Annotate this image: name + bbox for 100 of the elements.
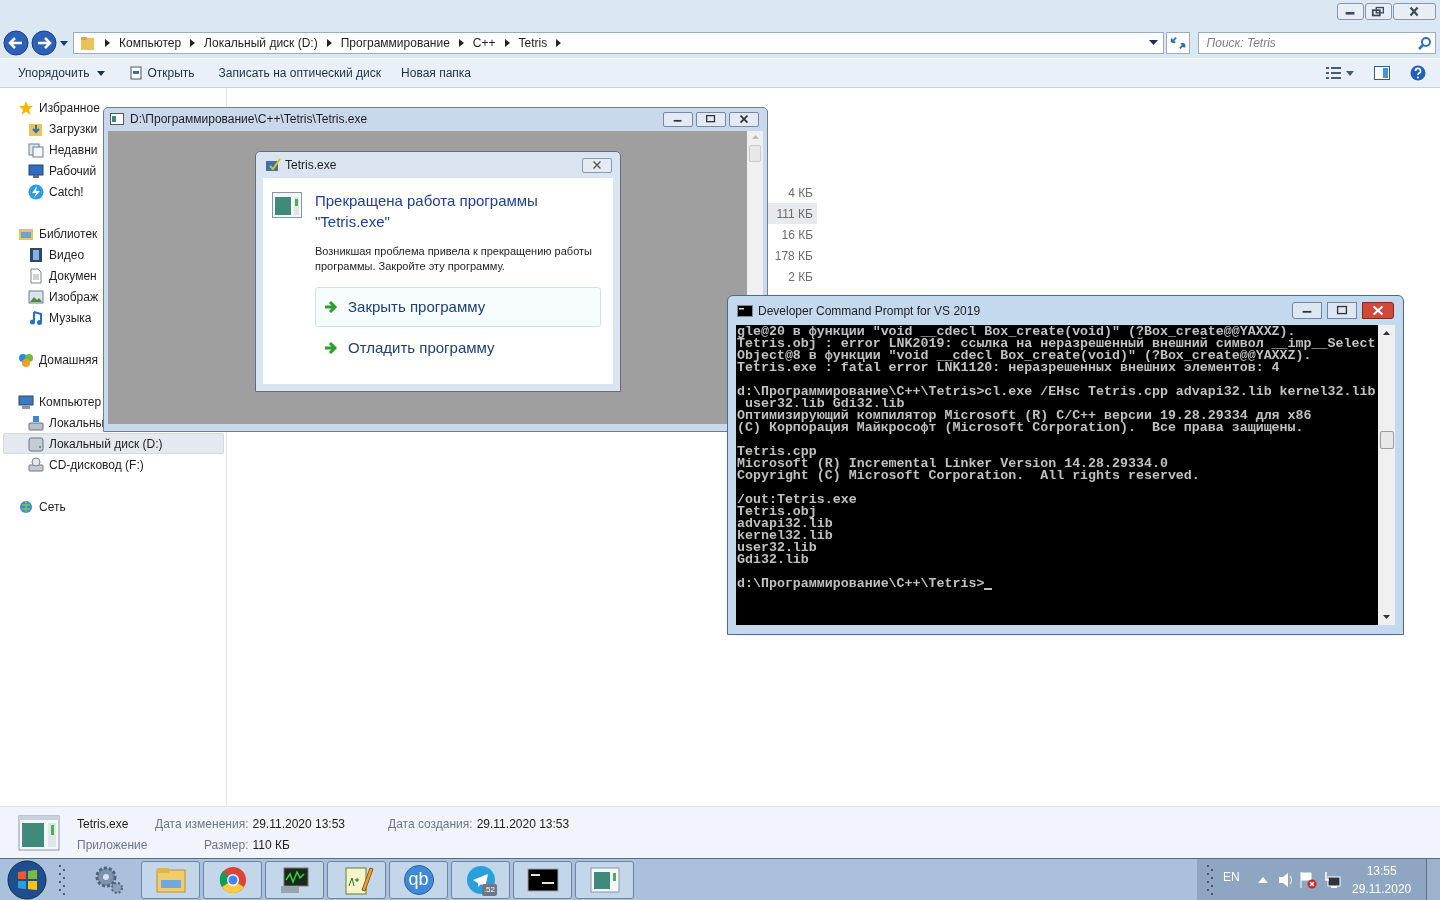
monitor-icon — [28, 162, 44, 179]
view-options-icon[interactable] — [1326, 66, 1354, 80]
help-icon[interactable] — [1410, 65, 1426, 81]
up-arrow-icon — [1383, 331, 1390, 335]
console-line: Copyright (C) Microsoft Corporation. All rights reserved. — [737, 470, 1201, 482]
program-icon — [265, 157, 281, 173]
app-icon: qb — [403, 864, 434, 895]
film-icon — [28, 246, 44, 263]
dialog-title: Tetris.exe — [285, 157, 337, 174]
console-line: kernel32.lib — [737, 530, 834, 542]
address-bar[interactable]: Компьютер Локальный диск (D:) Программирование C++ Tetris — [73, 32, 1164, 54]
breadcrumb[interactable]: Локальный диск (D:) — [204, 34, 318, 52]
chevron-icon — [504, 39, 510, 47]
sidebar-item[interactable]: Локальный диск (D:) — [3, 433, 224, 454]
gripper-icon — [59, 864, 65, 895]
breadcrumb[interactable]: Компьютер — [119, 34, 182, 52]
window-icon — [110, 113, 124, 125]
toolbar-button[interactable]: Упорядочить — [8, 61, 116, 85]
console-line: d:\Программирование\C++\Tetris> — [737, 578, 985, 590]
breadcrumb[interactable]: C++ — [472, 34, 496, 52]
dropdown-icon[interactable] — [59, 39, 69, 47]
console-line: Оптимизирующий компилятор Microsoft (R) C/C++ версии 19.28.29334 для x86 — [737, 410, 1313, 422]
dialog-heading: Прекращена работа программы "Tetris.exe" — [315, 191, 539, 232]
folder-icon — [80, 35, 96, 51]
console-line: Tetris.obj : error LNK2019: ссылка на неразрешенный внешний символ __imp__Select — [737, 338, 1377, 350]
caret-icon — [97, 70, 106, 76]
maximize-button[interactable] — [1327, 302, 1357, 319]
sidebar-item[interactable]: Библиотек — [3, 223, 100, 244]
size-cell-text: 16 КБ — [781, 226, 813, 244]
preview-pane-icon[interactable] — [1374, 66, 1390, 80]
console-line: Tetris.obj — [737, 506, 817, 518]
forward-button[interactable] — [31, 30, 57, 56]
field-label: Дата создания: — [388, 816, 473, 833]
field-label: Дата изменения: — [155, 816, 249, 833]
back-button[interactable] — [3, 30, 29, 56]
drive-icon — [28, 414, 44, 431]
sidebar-item[interactable]: Избранное — [3, 97, 102, 118]
size-cell-text: 111 КБ — [776, 205, 813, 223]
sidebar-item[interactable]: Компьютер — [3, 391, 104, 412]
sidebar-item[interactable]: Изображ — [3, 286, 100, 307]
breadcrumb[interactable]: Программирование — [340, 34, 450, 52]
field-value: 110 КБ — [252, 837, 291, 854]
sidebar-item[interactable]: CD-дисковод (F:) — [3, 454, 146, 475]
arrow-icon — [324, 342, 338, 354]
sidebar-item[interactable]: Загрузки — [3, 118, 100, 139]
sidebar-item[interactable]: Видео — [3, 244, 87, 265]
maximize-button[interactable] — [696, 111, 726, 127]
taskbar-button[interactable] — [265, 860, 324, 899]
taskbar-button[interactable]: qb — [389, 860, 448, 899]
minimize-button[interactable] — [1292, 302, 1322, 319]
sidebar-item[interactable]: Музыка — [3, 307, 94, 328]
toolbar-button[interactable]: Записать на оптический диск — [208, 61, 392, 85]
application-icon — [272, 192, 302, 218]
taskbar-button[interactable]: .52 — [451, 860, 510, 899]
close-button[interactable] — [582, 157, 612, 173]
file-type: Приложение — [77, 837, 149, 854]
sidebar-item[interactable]: Домашняя — [3, 349, 101, 370]
homegroup-icon — [18, 351, 34, 368]
console-line: Microsoft (R) Incremental Linker Version 14.28.29334.0 — [737, 458, 1168, 470]
minimize-button[interactable] — [663, 111, 693, 127]
scrollbar-thumb[interactable] — [749, 145, 761, 162]
close-button[interactable] — [729, 111, 759, 127]
document-icon — [129, 66, 144, 80]
sidebar-item[interactable]: Недавни — [3, 139, 100, 160]
window-title: Developer Command Prompt for VS 2019 — [758, 302, 981, 320]
lightning-icon — [28, 183, 44, 200]
console-line: Object@8 в функции "void __cdecl Box_create(void)" (?Box_create@@YAXXZ). — [737, 350, 1312, 362]
breadcrumb[interactable]: Tetris — [518, 34, 548, 52]
command-link[interactable]: Закрыть программу — [315, 287, 601, 327]
search-field[interactable]: Поиск: Tetris — [1197, 32, 1436, 54]
refresh-button[interactable] — [1165, 32, 1190, 54]
close-button[interactable] — [1362, 302, 1394, 319]
restore-button[interactable] — [1365, 3, 1392, 20]
sidebar-item[interactable]: Докумен — [3, 265, 99, 286]
console-line: gle@20 в функции "void __cdecl Box_create(void)" (?Box_create@@YAXXZ). — [737, 326, 1296, 338]
network-icon[interactable] — [1322, 870, 1341, 889]
start-button[interactable] — [7, 859, 47, 900]
text-cursor — [984, 588, 993, 590]
minimize-button[interactable] — [1337, 3, 1364, 20]
up-arrow-icon — [751, 135, 759, 139]
scrollbar-thumb[interactable] — [1379, 431, 1394, 449]
dialog-message: Возникшая проблема привела к прекращению работы программы. Закройте эту программу. — [315, 244, 593, 274]
sidebar-item[interactable]: Локальны — [3, 412, 107, 433]
field-label: Размер: — [202, 837, 249, 854]
sidebar-item[interactable]: Сеть — [3, 496, 68, 517]
console-line: advapi32.lib — [737, 518, 834, 530]
scrollbar[interactable] — [1378, 325, 1395, 625]
sidebar-item[interactable]: Catch! — [3, 181, 86, 202]
computer-icon — [18, 393, 34, 410]
flag-icon[interactable] — [1298, 870, 1317, 889]
taskbar-button[interactable] — [513, 860, 572, 899]
sidebar-item[interactable]: Рабочий — [3, 160, 99, 181]
console-line: Gdi32.lib — [737, 554, 810, 566]
gripper-icon — [1207, 864, 1213, 895]
toolbar-button[interactable]: Новая папка — [391, 61, 481, 85]
dropdown-icon[interactable] — [1148, 40, 1158, 46]
toolbar-button[interactable]: Открыть — [119, 61, 205, 85]
chevron-icon — [190, 39, 196, 47]
disc-drive-icon — [28, 456, 44, 473]
close-button[interactable] — [1393, 3, 1436, 20]
